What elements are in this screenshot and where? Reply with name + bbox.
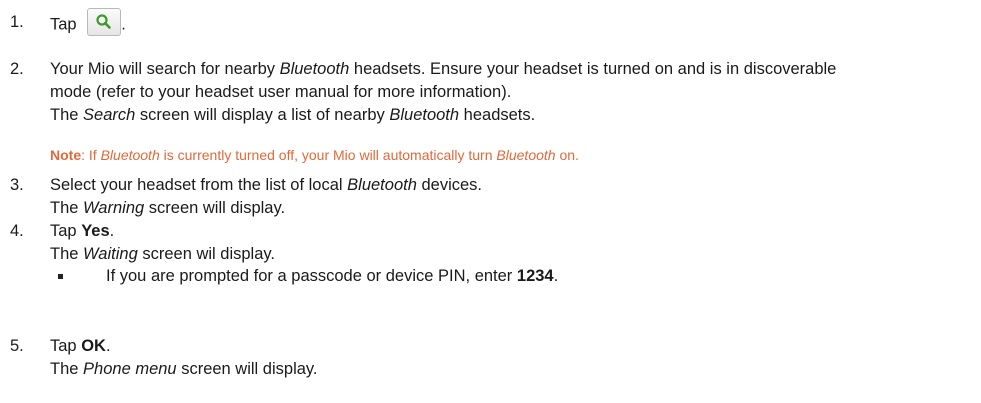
search-icon	[96, 14, 111, 29]
step-number: 4.	[10, 222, 24, 240]
note-label: Note	[50, 147, 82, 163]
step-text-end: .	[121, 15, 126, 34]
step-line: mode (refer to your headset user manual …	[50, 83, 512, 101]
search-button[interactable]	[87, 8, 122, 36]
step-number: 1.	[10, 13, 24, 31]
step-line: The Search screen will display a list of…	[50, 106, 536, 124]
step-number: 3.	[10, 176, 24, 194]
step-line: Select your headset from the list of loc…	[50, 176, 483, 194]
step-line: Tap OK.	[50, 337, 111, 355]
step-line: The Phone menu screen will display.	[50, 360, 318, 378]
step-line: The Waiting screen wil display.	[50, 245, 276, 263]
bullet-text: If you are prompted for a passcode or de…	[106, 267, 559, 285]
note: Note: If Bluetooth is currently turned o…	[50, 147, 579, 163]
step-line: Tap Yes.	[50, 222, 115, 240]
step-number: 2.	[10, 60, 24, 78]
bullet-marker	[58, 274, 63, 279]
step-number: 5.	[10, 337, 24, 355]
step-text: Tap	[50, 15, 82, 34]
step-line: Your Mio will search for nearby Bluetoot…	[50, 60, 837, 78]
step-line: The Warning screen will display.	[50, 199, 286, 217]
